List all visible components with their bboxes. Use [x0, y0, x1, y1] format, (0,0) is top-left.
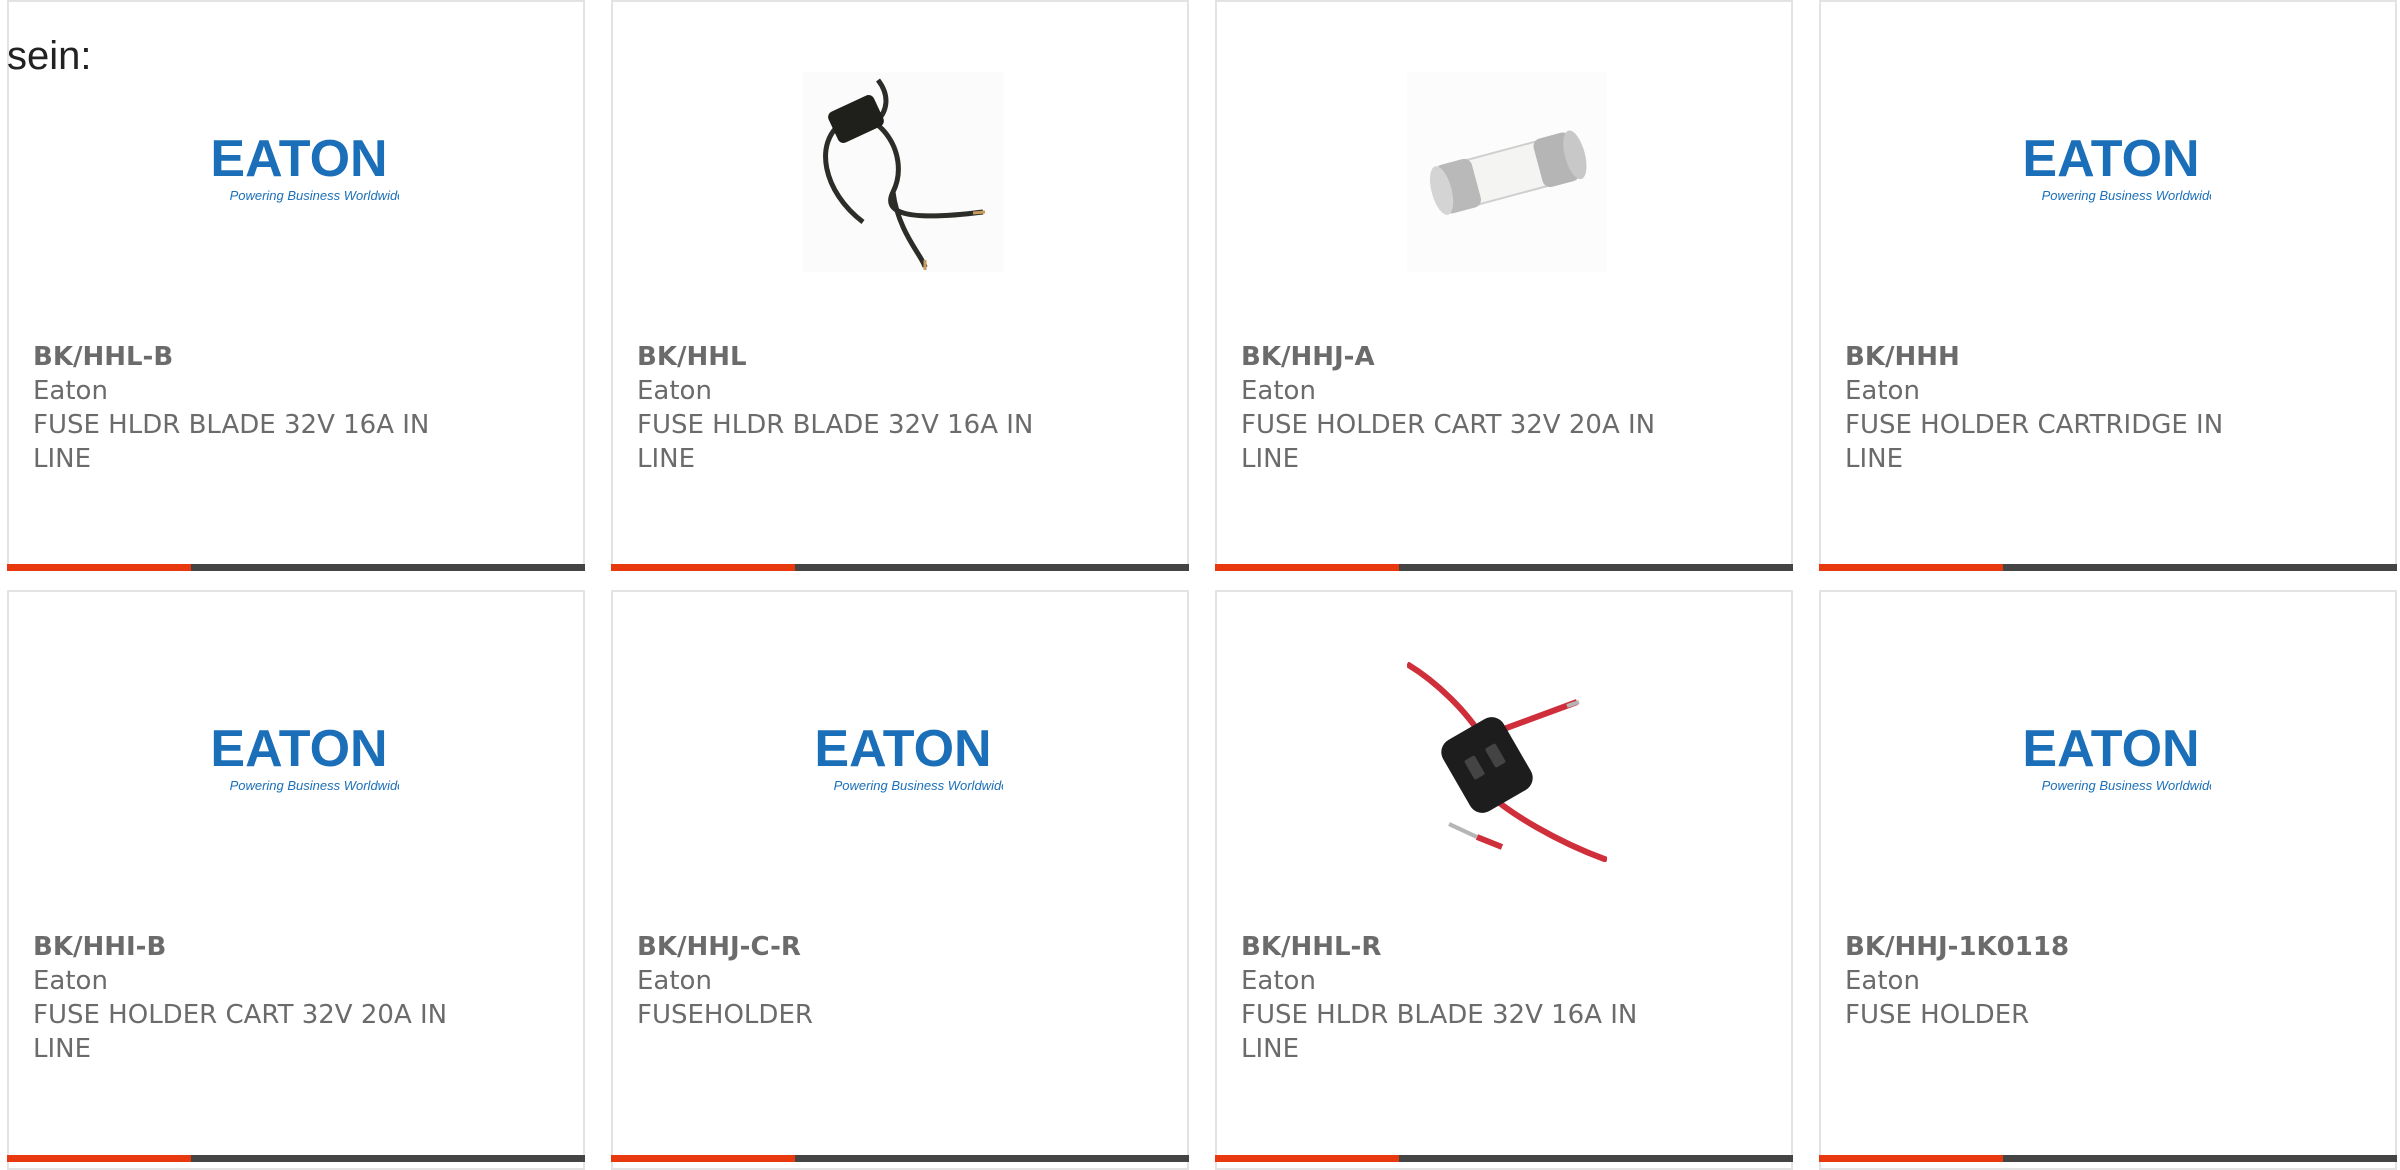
card-accent-bar — [1215, 1155, 1399, 1162]
product-card[interactable]: EATON Powering Business Worldwide BK/HHJ… — [1819, 590, 2397, 1170]
product-image[interactable]: EATON Powering Business Worldwide — [199, 662, 399, 862]
card-bottom-bar — [7, 564, 585, 571]
manufacturer: Eaton — [1845, 376, 1920, 406]
part-number[interactable]: BK/HHI-B — [33, 930, 463, 964]
part-number[interactable]: BK/HHJ-C-R — [637, 930, 1067, 964]
red-wire-fuse-holder-icon — [1407, 662, 1607, 862]
eaton-logo-icon: EATON Powering Business Worldwide — [2022, 132, 2211, 203]
description: FUSE HOLDER CART 32V 20A IN LINE — [33, 1000, 448, 1064]
product-info: BK/HHH Eaton FUSE HOLDER CARTRIDGE IN LI… — [1845, 340, 2275, 476]
product-card[interactable]: EATON Powering Business Worldwide BK/HHI… — [7, 590, 585, 1170]
part-number[interactable]: BK/HHJ-1K0118 — [1845, 930, 2275, 964]
part-number[interactable]: BK/HHL-R — [1241, 930, 1671, 964]
part-number[interactable]: BK/HHH — [1845, 340, 2275, 374]
cartridge-fuse-icon — [1407, 72, 1607, 272]
description: FUSE HLDR BLADE 32V 16A IN LINE — [33, 410, 430, 474]
card-bottom-bar — [1819, 564, 2397, 571]
card-accent-bar — [611, 1155, 795, 1162]
card-bottom-bar — [611, 1155, 1189, 1162]
product-image[interactable] — [1407, 72, 1607, 272]
inline-blade-fuse-holder-icon — [803, 72, 1003, 272]
card-bottom-bar — [611, 564, 1189, 571]
description: FUSE HOLDER CART 32V 20A IN LINE — [1241, 410, 1656, 474]
svg-text:EATON: EATON — [814, 722, 991, 778]
description: FUSE HLDR BLADE 32V 16A IN LINE — [637, 410, 1034, 474]
product-info: BK/HHL Eaton FUSE HLDR BLADE 32V 16A IN … — [637, 340, 1067, 476]
manufacturer: Eaton — [1241, 966, 1316, 996]
svg-text:Powering Business Worldwide: Powering Business Worldwide — [230, 188, 399, 203]
product-image[interactable] — [803, 72, 1003, 272]
manufacturer: Eaton — [1845, 966, 1920, 996]
description: FUSE HOLDER CARTRIDGE IN LINE — [1845, 410, 2224, 474]
svg-text:Powering Business Worldwide: Powering Business Worldwide — [834, 778, 1003, 793]
svg-text:EATON: EATON — [2022, 722, 2199, 778]
eaton-logo-icon: EATON Powering Business Worldwide — [814, 722, 1003, 793]
card-accent-bar — [1819, 1155, 2003, 1162]
description: FUSE HLDR BLADE 32V 16A IN LINE — [1241, 1000, 1638, 1064]
product-image[interactable]: EATON Powering Business Worldwide — [2011, 662, 2211, 862]
product-image[interactable]: EATON Powering Business Worldwide — [199, 72, 399, 272]
product-card[interactable]: BK/HHL-R Eaton FUSE HLDR BLADE 32V 16A I… — [1215, 590, 1793, 1170]
card-accent-bar — [1215, 564, 1399, 571]
product-image[interactable]: EATON Powering Business Worldwide — [803, 662, 1003, 862]
card-bottom-bar — [1819, 1155, 2397, 1162]
manufacturer: Eaton — [1241, 376, 1316, 406]
svg-text:EATON: EATON — [2022, 132, 2199, 188]
card-accent-bar — [7, 564, 191, 571]
card-accent-bar — [7, 1155, 191, 1162]
product-card[interactable]: BK/HHL Eaton FUSE HLDR BLADE 32V 16A IN … — [611, 0, 1189, 571]
card-accent-bar — [611, 564, 795, 571]
eaton-logo-icon: EATON Powering Business Worldwide — [210, 722, 399, 793]
manufacturer: Eaton — [33, 376, 108, 406]
lead-text: sein: — [7, 34, 92, 78]
product-card[interactable]: EATON Powering Business Worldwide BK/HHL… — [7, 0, 585, 571]
part-number[interactable]: BK/HHJ-A — [1241, 340, 1671, 374]
svg-text:Powering Business Worldwide: Powering Business Worldwide — [230, 778, 399, 793]
product-card[interactable]: EATON Powering Business Worldwide BK/HHH… — [1819, 0, 2397, 571]
card-accent-bar — [1819, 564, 2003, 571]
svg-text:EATON: EATON — [210, 722, 387, 778]
manufacturer: Eaton — [637, 966, 712, 996]
svg-text:Powering Business Worldwide: Powering Business Worldwide — [2042, 778, 2211, 793]
eaton-logo-icon: EATON Powering Business Worldwide — [2022, 722, 2211, 793]
part-number[interactable]: BK/HHL-B — [33, 340, 463, 374]
product-card[interactable]: BK/HHJ-A Eaton FUSE HOLDER CART 32V 20A … — [1215, 0, 1793, 571]
manufacturer: Eaton — [33, 966, 108, 996]
product-info: BK/HHI-B Eaton FUSE HOLDER CART 32V 20A … — [33, 930, 463, 1066]
card-bottom-bar — [7, 1155, 585, 1162]
svg-text:Powering Business Worldwide: Powering Business Worldwide — [2042, 188, 2211, 203]
description: FUSEHOLDER — [637, 1000, 813, 1030]
card-bottom-bar — [1215, 564, 1793, 571]
product-info: BK/HHJ-1K0118 Eaton FUSE HOLDER — [1845, 930, 2275, 1032]
product-info: BK/HHL-B Eaton FUSE HLDR BLADE 32V 16A I… — [33, 340, 463, 476]
product-info: BK/HHJ-C-R Eaton FUSEHOLDER — [637, 930, 1067, 1032]
part-number[interactable]: BK/HHL — [637, 340, 1067, 374]
manufacturer: Eaton — [637, 376, 712, 406]
product-image[interactable] — [1407, 662, 1607, 862]
product-info: BK/HHJ-A Eaton FUSE HOLDER CART 32V 20A … — [1241, 340, 1671, 476]
product-card[interactable]: EATON Powering Business Worldwide BK/HHJ… — [611, 590, 1189, 1170]
svg-text:EATON: EATON — [210, 132, 387, 188]
product-image[interactable]: EATON Powering Business Worldwide — [2011, 72, 2211, 272]
product-info: BK/HHL-R Eaton FUSE HLDR BLADE 32V 16A I… — [1241, 930, 1671, 1066]
description: FUSE HOLDER — [1845, 1000, 2030, 1030]
eaton-logo-icon: EATON Powering Business Worldwide — [210, 132, 399, 203]
card-bottom-bar — [1215, 1155, 1793, 1162]
product-grid: EATON Powering Business Worldwide BK/HHL… — [7, 0, 2400, 1170]
